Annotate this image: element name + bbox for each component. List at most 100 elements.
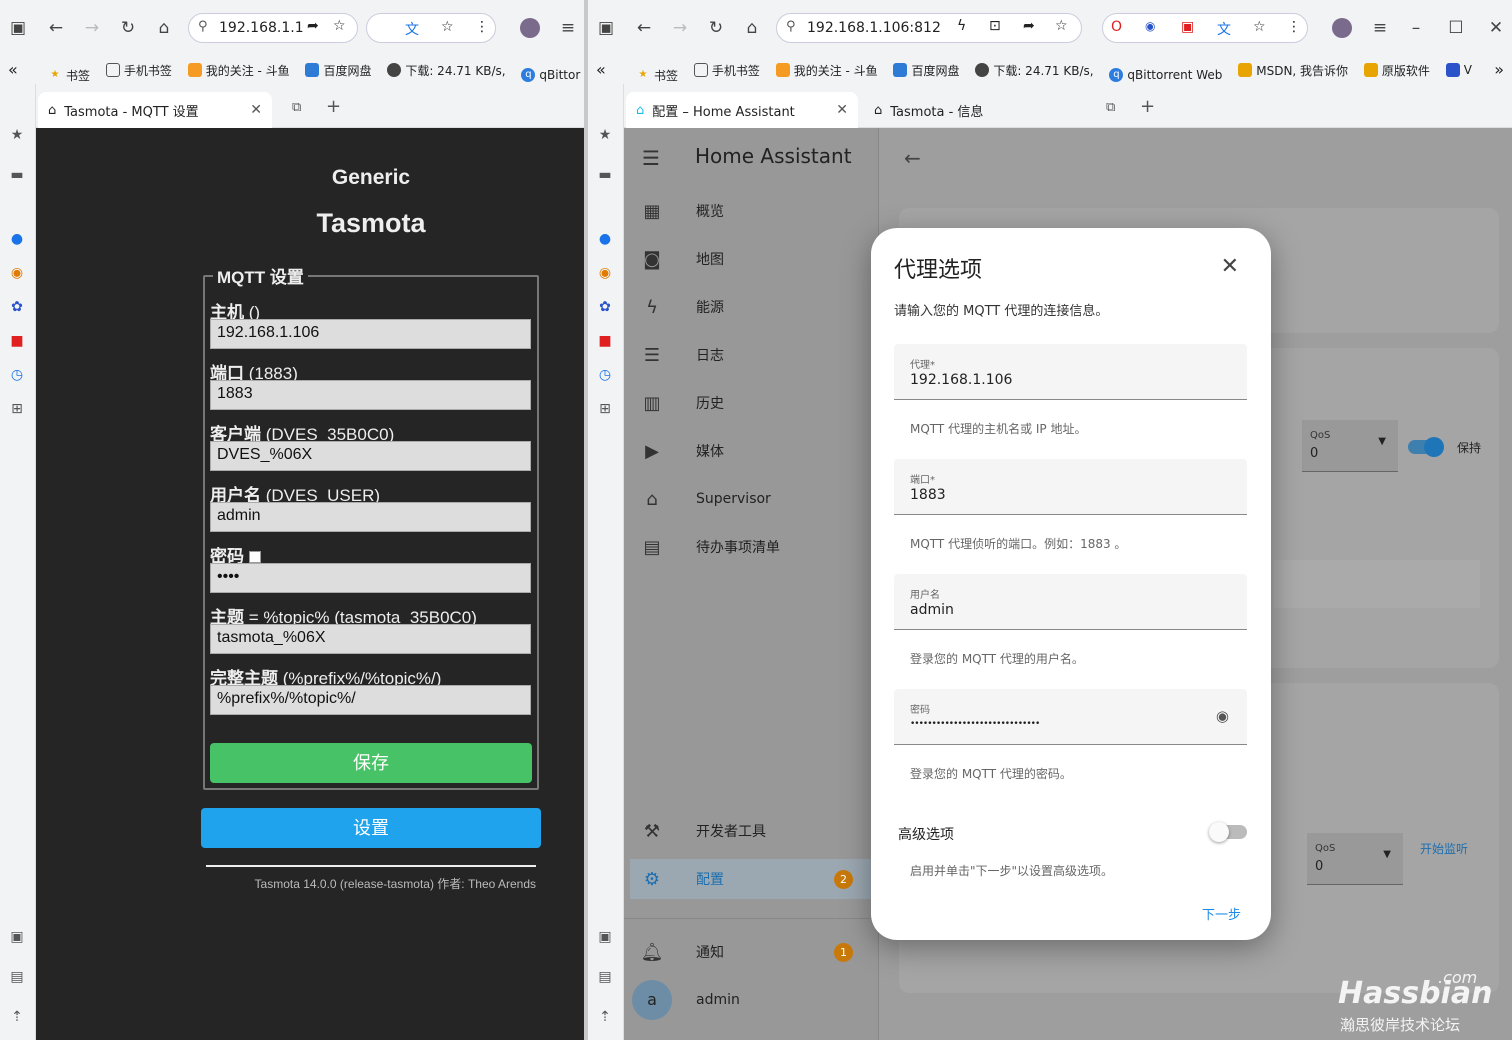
tab-tasmota-info[interactable]: ⌂ Tasmota - 信息 xyxy=(864,92,1084,128)
bookmark-item[interactable]: ★ 书签 xyxy=(636,61,679,84)
back-arrow-icon[interactable]: ← xyxy=(904,146,921,170)
bookmark-item[interactable]: q qBittor xyxy=(521,61,580,84)
nav-map[interactable]: ◙ 地图 xyxy=(624,239,879,279)
password-input[interactable]: •••• xyxy=(210,563,531,593)
username-field[interactable]: 用户名 admin xyxy=(894,574,1247,630)
client-input[interactable]: DVES_%06X xyxy=(210,441,531,471)
favorites-icon[interactable]: ★ xyxy=(8,126,26,144)
sidebar-toggle-icon[interactable]: ▣ xyxy=(6,16,30,40)
tab-group-icon[interactable]: ⧉ xyxy=(292,100,301,115)
nav-media[interactable]: ▶ 媒体 xyxy=(624,431,879,471)
close-icon[interactable]: ✕ xyxy=(250,102,262,118)
clock-icon[interactable]: ◷ xyxy=(596,366,614,384)
more-icon[interactable]: ⋮ xyxy=(1287,19,1301,35)
eye-icon[interactable]: ◉ xyxy=(1216,707,1229,725)
translate-icon[interactable]: 文 xyxy=(405,19,419,39)
nav-history[interactable]: ▥ 历史 xyxy=(624,383,879,423)
nav-user[interactable]: a admin xyxy=(624,980,879,1020)
back-icon[interactable]: ← xyxy=(44,16,68,40)
start-listening-button[interactable]: 开始监听 xyxy=(1420,840,1468,857)
lightning-icon[interactable]: ϟ xyxy=(957,18,966,34)
user-input[interactable]: admin xyxy=(210,502,531,532)
menu-icon[interactable]: ≡ xyxy=(556,16,580,40)
share-icon[interactable]: ➦ xyxy=(1023,18,1035,34)
hamburger-icon[interactable]: ☰ xyxy=(642,146,660,170)
nav-logbook[interactable]: ☰ 日志 xyxy=(624,335,879,375)
tab-ha-config[interactable]: ⌂ 配置 – Home Assistant ✕ xyxy=(626,92,858,128)
bookmark-item[interactable]: 下载: 24.71 KB/s, xyxy=(387,56,506,84)
briefcase-icon[interactable]: ▤ xyxy=(596,968,614,986)
bookmark-item[interactable]: 手机书签 xyxy=(693,56,760,84)
save-button[interactable]: 保存 xyxy=(210,743,532,783)
full-topic-input[interactable]: %prefix%/%topic%/ xyxy=(210,685,531,715)
screenshot-icon[interactable]: ⊡ xyxy=(989,18,1001,34)
nav-todo[interactable]: ▤ 待办事项清单 xyxy=(624,527,879,567)
password-field[interactable]: 密码 •••••••••••••••••••••••••••••• ◉ xyxy=(894,689,1247,745)
nav-developer-tools[interactable]: ⚒ 开发者工具 xyxy=(624,811,879,851)
qos-select[interactable]: QoS 0 ▼ xyxy=(1302,420,1398,472)
add-panel-icon[interactable]: ⊞ xyxy=(8,400,26,418)
app-red-icon[interactable]: ■ xyxy=(596,332,614,350)
more-icon[interactable]: ⋮ xyxy=(475,19,489,35)
bookmark-item[interactable]: q qBittorrent Web xyxy=(1109,61,1222,84)
settings-button[interactable]: 设置 xyxy=(201,808,541,848)
clock-icon[interactable]: ◷ xyxy=(8,366,26,384)
bookmark-item[interactable]: 百度网盘 xyxy=(893,56,960,84)
bookmark-item[interactable]: ★ 书签 xyxy=(48,61,91,84)
add-panel-icon[interactable]: ⊞ xyxy=(596,400,614,418)
port-input[interactable]: 1883 xyxy=(210,380,531,410)
bookmark-item[interactable]: MSDN, 我告诉你 xyxy=(1238,56,1348,84)
opera-icon[interactable]: O xyxy=(1111,19,1122,35)
extension-red-icon[interactable]: ▣ xyxy=(1181,19,1194,35)
pin-icon[interactable]: ⇡ xyxy=(596,1008,614,1026)
star-icon[interactable]: ☆ xyxy=(1253,19,1266,35)
extension-icon[interactable]: ◉ xyxy=(1145,19,1155,33)
profile-avatar[interactable] xyxy=(518,16,542,40)
search-app-icon[interactable]: ● xyxy=(8,230,26,248)
broker-field[interactable]: 代理* 192.168.1.106 xyxy=(894,344,1247,400)
folder-icon[interactable]: ▬ xyxy=(8,166,26,184)
bookmark-item[interactable]: 原版软件 xyxy=(1363,56,1430,84)
address-bar[interactable]: ⚲ 192.168.1.106:812 ϟ ⊡ ➦ ☆ xyxy=(776,13,1082,43)
favorites-icon[interactable]: ★ xyxy=(596,126,614,144)
tab-group-icon[interactable]: ⧉ xyxy=(1106,100,1115,115)
collection-icon[interactable]: ▣ xyxy=(596,928,614,946)
menu-icon[interactable]: ≡ xyxy=(1368,16,1392,40)
bookmark-item[interactable]: 我的关注 - 斗鱼 xyxy=(775,56,878,84)
home-icon[interactable]: ⌂ xyxy=(152,16,176,40)
collapse-icon[interactable]: « xyxy=(8,60,18,79)
paw-icon[interactable]: ✿ xyxy=(8,298,26,316)
folder-icon[interactable]: ▬ xyxy=(596,166,614,184)
bookmark-star-icon[interactable]: ☆ xyxy=(1055,18,1068,34)
minimize-icon[interactable]: – xyxy=(1404,16,1428,40)
pin-icon[interactable]: ⇡ xyxy=(8,1008,26,1026)
forward-icon[interactable]: → xyxy=(80,16,104,40)
back-icon[interactable]: ← xyxy=(632,16,656,40)
maximize-icon[interactable]: ☐ xyxy=(1444,16,1468,40)
bookmark-item[interactable]: 手机书签 xyxy=(105,56,172,84)
new-tab-icon[interactable]: + xyxy=(326,96,341,117)
port-field[interactable]: 端口* 1883 xyxy=(894,459,1247,515)
collapse-icon[interactable]: « xyxy=(596,60,606,79)
qos-select[interactable]: QoS 0 ▼ xyxy=(1307,833,1403,885)
bookmark-item[interactable]: 我的关注 - 斗鱼 xyxy=(187,56,290,84)
show-password-checkbox[interactable] xyxy=(248,551,261,563)
nav-supervisor[interactable]: ⌂ Supervisor xyxy=(624,479,879,519)
bookmark-item[interactable]: V xyxy=(1445,56,1472,84)
reload-icon[interactable]: ↻ xyxy=(704,16,728,40)
bookmark-item[interactable]: 百度网盘 xyxy=(305,56,372,84)
nav-energy[interactable]: ϟ 能源 xyxy=(624,287,879,327)
tab-tasmota-mqtt[interactable]: ⌂ Tasmota - MQTT 设置 ✕ xyxy=(38,92,272,128)
new-tab-icon[interactable]: + xyxy=(1140,96,1155,117)
briefcase-icon[interactable]: ▤ xyxy=(8,968,26,986)
collection-icon[interactable]: ▣ xyxy=(8,928,26,946)
nav-notifications[interactable]: 🔔︎ 通知 1 xyxy=(624,932,879,972)
star-icon[interactable]: ☆ xyxy=(441,19,454,35)
more-bookmarks-icon[interactable]: » xyxy=(1490,60,1504,79)
bookmark-star-icon[interactable]: ☆ xyxy=(333,18,346,34)
app-icon[interactable]: ◉ xyxy=(8,264,26,282)
advanced-options-toggle[interactable] xyxy=(1209,822,1247,842)
close-icon[interactable]: ✕ xyxy=(836,102,848,118)
app-red-icon[interactable]: ■ xyxy=(8,332,26,350)
address-bar[interactable]: ⚲ 192.168.1.1 ➦ ☆ xyxy=(188,13,358,43)
